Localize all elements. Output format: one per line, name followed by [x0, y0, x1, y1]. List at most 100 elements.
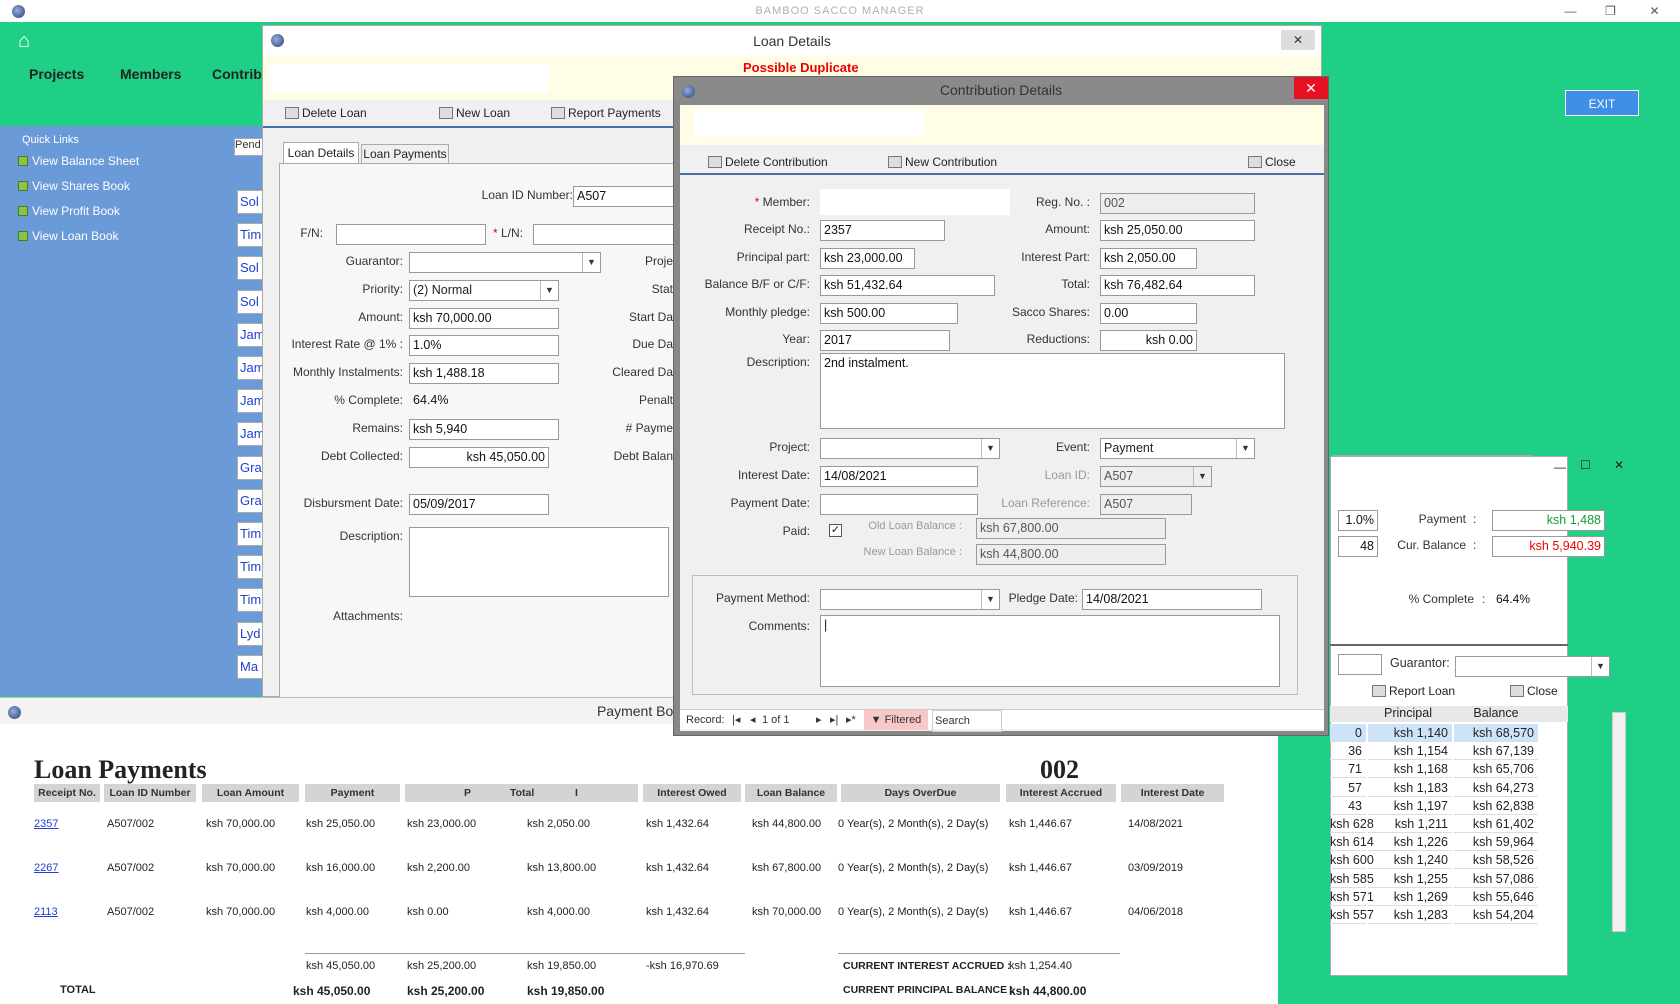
- grid-cell[interactable]: ksh 1,255: [1368, 870, 1452, 888]
- amount-field[interactable]: ksh 25,050.00: [1100, 220, 1255, 241]
- priority-select[interactable]: (2) Normal ▼: [409, 280, 559, 301]
- quick-link-loan-book[interactable]: View Loan Book: [18, 229, 119, 243]
- search-input[interactable]: Search: [932, 710, 1002, 732]
- grid-cell[interactable]: ksh 1,154: [1368, 742, 1452, 761]
- grid-cell[interactable]: ksh 1,140: [1368, 724, 1452, 742]
- interest-date-field[interactable]: 14/08/2021: [820, 466, 978, 487]
- grid-cell[interactable]: ksh 571: [1330, 888, 1374, 906]
- description-field[interactable]: 2nd instalment.: [820, 353, 1285, 429]
- grid-cell[interactable]: 43: [1330, 797, 1366, 815]
- grid-cell[interactable]: 0: [1330, 724, 1366, 742]
- debt-field[interactable]: ksh 45,050.00: [409, 447, 549, 468]
- member-list-item[interactable]: Gra: [237, 455, 264, 480]
- member-list-item[interactable]: Sol: [237, 190, 264, 214]
- quick-link-balance-sheet[interactable]: View Balance Sheet: [18, 154, 139, 168]
- grid-cell[interactable]: ksh 1,269: [1368, 888, 1452, 906]
- summary-close-icon[interactable]: ✕: [1614, 458, 1624, 472]
- summary-rate-field[interactable]: 1.0%: [1338, 510, 1378, 531]
- summary-guarantor-select[interactable]: ▼: [1455, 656, 1610, 677]
- disb-field[interactable]: 05/09/2017: [409, 494, 549, 515]
- grid-scrollbar[interactable]: [1612, 712, 1626, 932]
- last-record-icon[interactable]: ▸|: [830, 710, 838, 730]
- nav-projects[interactable]: Projects: [29, 66, 84, 82]
- new-record-icon[interactable]: ▸*: [846, 710, 856, 730]
- grid-cell[interactable]: 36: [1330, 742, 1366, 761]
- monthly-field[interactable]: ksh 1,488.18: [409, 363, 559, 384]
- summary-payment-field[interactable]: ksh 1,488: [1492, 510, 1605, 531]
- filtered-button[interactable]: ▼ Filtered: [864, 710, 928, 730]
- ln-field[interactable]: [533, 224, 683, 245]
- grid-cell[interactable]: ksh 59,964: [1454, 833, 1538, 852]
- summary-count-field[interactable]: 48: [1338, 536, 1378, 557]
- receipt-link[interactable]: 2357: [34, 818, 58, 830]
- report-payments-button[interactable]: Report Payments: [551, 106, 661, 120]
- shares-field[interactable]: 0.00: [1100, 303, 1197, 324]
- new-loan-button[interactable]: New Loan: [439, 106, 510, 120]
- new-contribution-button[interactable]: New Contribution: [888, 155, 997, 169]
- restore-icon[interactable]: ❐: [1588, 0, 1634, 22]
- member-list-item[interactable]: Ma: [237, 654, 264, 679]
- pend-tab[interactable]: Pend: [234, 138, 264, 156]
- loan-id-select[interactable]: A507 ▼: [1100, 466, 1212, 487]
- grid-cell[interactable]: ksh 64,273: [1454, 779, 1538, 797]
- grid-cell[interactable]: ksh 54,204: [1454, 906, 1538, 924]
- payment-method-select[interactable]: ▼: [820, 589, 1000, 610]
- delete-loan-button[interactable]: Delete Loan: [285, 106, 367, 120]
- next-record-icon[interactable]: ▸: [816, 710, 822, 730]
- amount-field[interactable]: ksh 70,000.00: [409, 308, 559, 329]
- year-field[interactable]: 2017: [820, 330, 950, 351]
- pledge-field[interactable]: ksh 500.00: [820, 303, 958, 324]
- grid-cell[interactable]: ksh 57,086: [1454, 870, 1538, 888]
- member-list-item[interactable]: Tim: [237, 522, 264, 546]
- project-select[interactable]: ▼: [820, 438, 1000, 459]
- balance-field[interactable]: ksh 51,432.64: [820, 275, 995, 296]
- total-field[interactable]: ksh 76,482.64: [1100, 275, 1255, 296]
- summary-filter-field[interactable]: [1338, 654, 1382, 675]
- prev-record-icon[interactable]: ◂: [750, 710, 756, 730]
- member-list-item[interactable]: Tim: [237, 555, 264, 580]
- report-loan-button[interactable]: Report Loan: [1372, 684, 1455, 698]
- grid-cell[interactable]: ksh 1,240: [1368, 851, 1452, 870]
- grid-cell[interactable]: ksh 600: [1330, 851, 1374, 870]
- close-icon[interactable]: ✕: [1632, 0, 1678, 22]
- first-record-icon[interactable]: |◂: [732, 710, 740, 730]
- grid-header-principal[interactable]: Principal: [1366, 706, 1450, 720]
- tab-loan-details[interactable]: Loan Details: [283, 142, 359, 164]
- member-list-item[interactable]: Jam: [237, 389, 264, 414]
- tab-loan-payments[interactable]: Loan Payments: [361, 144, 449, 164]
- grid-cell[interactable]: ksh 62,838: [1454, 797, 1538, 815]
- summary-curbal-field[interactable]: ksh 5,940.39: [1492, 536, 1605, 557]
- quick-link-shares-book[interactable]: View Shares Book: [18, 179, 130, 193]
- receipt-link[interactable]: 2267: [34, 862, 58, 874]
- grid-cell[interactable]: ksh 585: [1330, 870, 1374, 888]
- member-list-item[interactable]: Gra: [237, 488, 264, 513]
- member-list-item[interactable]: Tim: [237, 223, 264, 248]
- close-contribution-button[interactable]: Close: [1248, 155, 1296, 169]
- summary-close-button[interactable]: Close: [1510, 684, 1558, 698]
- grid-cell[interactable]: ksh 65,706: [1454, 760, 1538, 779]
- nav-contrib[interactable]: Contrib: [212, 66, 262, 82]
- grid-cell[interactable]: ksh 58,526: [1454, 851, 1538, 870]
- summary-maximize-icon[interactable]: ☐: [1580, 458, 1591, 472]
- reductions-field[interactable]: ksh 0.00: [1100, 330, 1197, 351]
- event-select[interactable]: Payment ▼: [1100, 438, 1255, 459]
- member-list-item[interactable]: Tim: [237, 588, 264, 613]
- member-list-item[interactable]: Sol: [237, 289, 264, 314]
- loan-id-field[interactable]: A507: [573, 186, 683, 207]
- comments-field[interactable]: |: [820, 615, 1280, 687]
- grid-cell[interactable]: ksh 1,226: [1368, 833, 1452, 852]
- grid-cell[interactable]: ksh 614: [1330, 833, 1374, 852]
- grid-cell[interactable]: ksh 61,402: [1454, 815, 1538, 833]
- receipt-field[interactable]: 2357: [820, 220, 945, 241]
- grid-cell[interactable]: ksh 1,211: [1368, 815, 1452, 833]
- grid-cell[interactable]: ksh 55,646: [1454, 888, 1538, 906]
- grid-cell[interactable]: 71: [1330, 760, 1366, 779]
- grid-cell[interactable]: 57: [1330, 779, 1366, 797]
- receipt-link[interactable]: 2113: [34, 906, 58, 918]
- remains-field[interactable]: ksh 5,940: [409, 419, 559, 440]
- pledge-date-field[interactable]: 14/08/2021: [1082, 589, 1262, 610]
- payment-date-field[interactable]: [820, 494, 978, 515]
- contribution-close-icon[interactable]: ✕: [1294, 77, 1328, 99]
- record-position[interactable]: 1 of 1: [762, 710, 790, 730]
- nav-members[interactable]: Members: [120, 66, 181, 82]
